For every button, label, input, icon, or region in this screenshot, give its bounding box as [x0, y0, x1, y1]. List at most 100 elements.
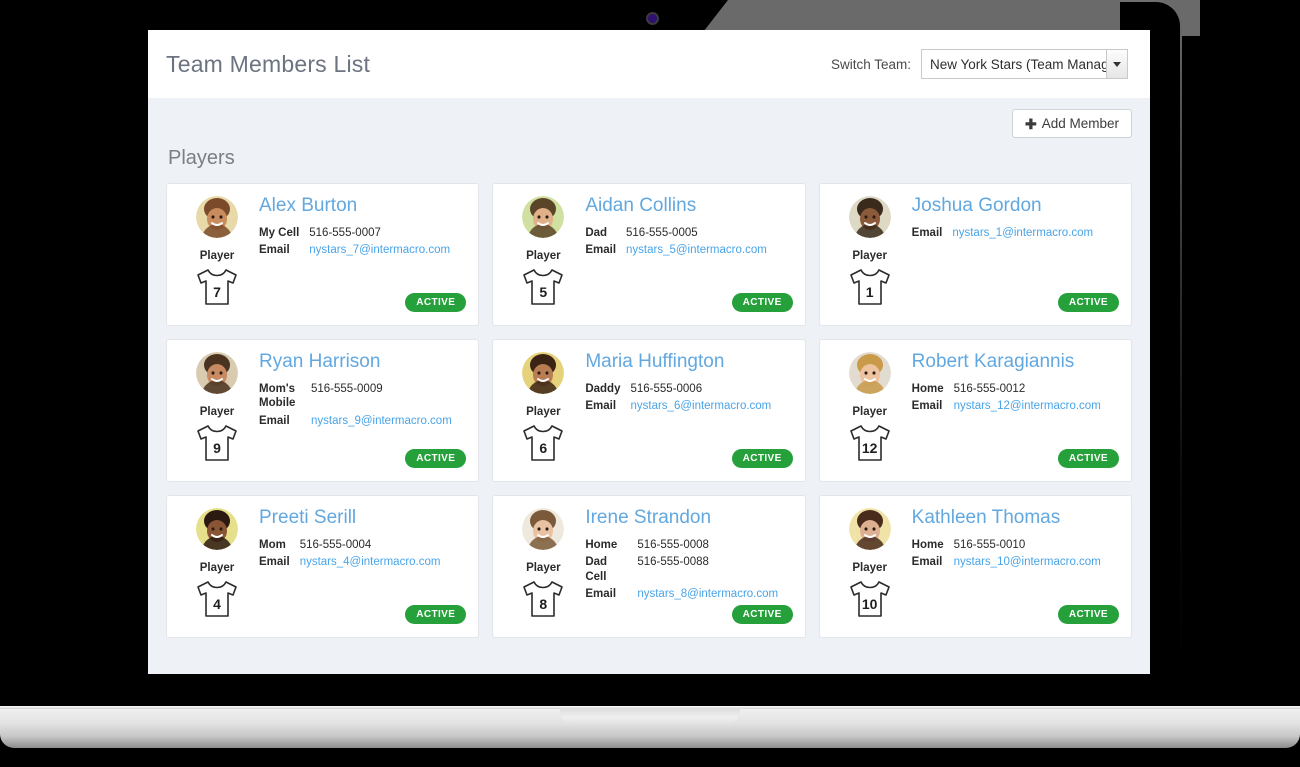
member-role-label: Player	[852, 406, 887, 418]
status-badge: ACTIVE	[405, 449, 467, 468]
jersey-number: 1	[865, 284, 874, 300]
contact-row: Email nystars_6@intermacro.com	[585, 399, 771, 416]
contact-row: Email nystars_12@intermacro.com	[912, 399, 1101, 416]
member-name[interactable]: Joshua Gordon	[912, 195, 1117, 217]
member-name[interactable]: Alex Burton	[259, 195, 464, 217]
contact-value: 516-555-0006	[630, 382, 703, 395]
add-member-button[interactable]: ✚ Add Member	[1011, 109, 1132, 138]
contact-value: 516-555-0009	[311, 382, 383, 395]
contact-value[interactable]: nystars_7@intermacro.com	[309, 243, 450, 260]
member-card[interactable]: Player 4 Preeti Serill Mom 516-555-0004 …	[166, 495, 480, 638]
avatar	[196, 352, 238, 394]
contact-table: Home 516-555-0010 Email nystars_10@inter…	[912, 538, 1101, 573]
member-card-left: Player 7	[181, 196, 253, 315]
laptop-base	[0, 706, 1300, 748]
contact-value[interactable]: nystars_8@intermacro.com	[637, 587, 778, 604]
header-right-group: Switch Team: New York Stars (Team Manage	[831, 49, 1128, 79]
member-card[interactable]: Player 8 Irene Strandon Home 516-555-000…	[492, 495, 806, 638]
member-role-label: Player	[526, 562, 561, 574]
member-card-left: Player 10	[834, 508, 906, 627]
laptop-frame: Team Members List Switch Team: New York …	[0, 0, 1300, 767]
contact-label: Email	[585, 244, 617, 257]
contact-row: Dad Cell 516-555-0088	[585, 555, 778, 587]
members-grid: Player 7 Alex Burton My Cell 516-555-000…	[166, 183, 1132, 638]
contact-value: 516-555-0005	[626, 226, 698, 239]
member-name[interactable]: Ryan Harrison	[259, 351, 464, 373]
jersey-icon: 12	[845, 420, 895, 466]
contact-label: Email	[911, 226, 943, 239]
avatar	[522, 196, 565, 238]
status-badge: ACTIVE	[405, 605, 467, 624]
contact-label: My Cell	[259, 226, 300, 239]
status-badge: ACTIVE	[731, 449, 793, 468]
contact-label: Home	[585, 538, 618, 551]
contact-value: 516-555-0088	[637, 556, 709, 569]
contact-value[interactable]: nystars_4@intermacro.com	[300, 555, 441, 572]
member-card[interactable]: Player 5 Aidan Collins Dad 516-555-0005 …	[492, 183, 806, 326]
contact-label: Daddy	[585, 382, 621, 395]
contact-table: Mom's Mobile 516-555-0009 Email nystars_…	[259, 382, 452, 431]
section-title: Players	[168, 147, 235, 169]
page-title: Team Members List	[166, 50, 371, 77]
member-name[interactable]: Irene Strandon	[585, 507, 790, 529]
content-area: ✚ Add Member Players Player 7 Alex Burto…	[148, 98, 1150, 674]
jersey-icon: 1	[845, 264, 895, 310]
contact-label: Email	[259, 244, 290, 257]
jersey-number: 8	[539, 596, 548, 612]
member-card-left: Player 1	[834, 196, 906, 315]
switch-team-select[interactable]: New York Stars (Team Manage	[921, 49, 1128, 79]
jersey-number: 9	[213, 440, 221, 456]
contact-label: Email	[585, 588, 617, 601]
jersey-number: 12	[861, 440, 878, 456]
member-card[interactable]: Player 9 Ryan Harrison Mom's Mobile 516-…	[166, 339, 480, 482]
contact-row: My Cell 516-555-0007	[259, 226, 450, 243]
member-name[interactable]: Preeti Serill	[259, 507, 464, 529]
member-name[interactable]: Robert Karagiannis	[912, 351, 1117, 373]
webcam-icon	[646, 12, 659, 25]
contact-label: Email	[911, 556, 943, 569]
add-member-label: Add Member	[1041, 116, 1119, 131]
member-card-left: Player 9	[181, 352, 253, 471]
contact-value[interactable]: nystars_6@intermacro.com	[630, 399, 771, 416]
contact-table: Home 516-555-0008 Dad Cell 516-555-0088 …	[585, 538, 778, 605]
avatar	[196, 196, 238, 238]
contact-label: Home	[911, 538, 944, 551]
jersey-icon: 8	[518, 576, 568, 622]
contact-table: Daddy 516-555-0006 Email nystars_6@inter…	[585, 382, 771, 417]
contact-row: Email nystars_5@intermacro.com	[585, 243, 766, 260]
contact-table: Home 516-555-0012 Email nystars_12@inter…	[912, 382, 1101, 417]
status-badge: ACTIVE	[1057, 293, 1119, 312]
member-card[interactable]: Player 10 Kathleen Thomas Home 516-555-0…	[818, 495, 1132, 638]
contact-row: Daddy 516-555-0006	[585, 382, 771, 399]
contact-value[interactable]: nystars_9@intermacro.com	[311, 414, 452, 431]
contact-value[interactable]: nystars_12@intermacro.com	[954, 399, 1101, 416]
switch-team-label: Switch Team:	[830, 56, 911, 72]
member-card[interactable]: Player 1 Joshua Gordon Email nystars_1@i…	[818, 183, 1132, 326]
member-card[interactable]: Player 6 Maria Huffington Daddy 516-555-…	[492, 339, 806, 482]
member-role-label: Player	[852, 562, 887, 574]
member-card[interactable]: Player 7 Alex Burton My Cell 516-555-000…	[166, 183, 480, 326]
contact-label: Email	[585, 400, 617, 413]
app-header: Team Members List Switch Team: New York …	[148, 30, 1150, 98]
member-role-label: Player	[852, 250, 887, 262]
member-name[interactable]: Maria Huffington	[585, 351, 790, 373]
contact-table: Email nystars_1@intermacro.com	[912, 226, 1093, 243]
contact-value[interactable]: nystars_10@intermacro.com	[954, 555, 1101, 572]
member-name[interactable]: Aidan Collins	[585, 195, 790, 217]
toolbar: ✚ Add Member	[166, 98, 1132, 138]
contact-value[interactable]: nystars_5@intermacro.com	[626, 243, 767, 260]
jersey-number: 10	[861, 596, 878, 612]
member-card-left: Player 8	[507, 508, 579, 627]
avatar	[522, 508, 565, 550]
contact-row: Email nystars_4@intermacro.com	[259, 555, 440, 572]
contact-value: 516-555-0007	[309, 226, 381, 239]
member-card[interactable]: Player 12 Robert Karagiannis Home 516-55…	[818, 339, 1132, 482]
member-name[interactable]: Kathleen Thomas	[912, 507, 1117, 529]
contact-value: 516-555-0010	[953, 538, 1026, 551]
jersey-icon: 10	[845, 576, 895, 622]
contact-label: Email	[259, 556, 290, 569]
contact-label: Email	[259, 414, 290, 427]
contact-value[interactable]: nystars_1@intermacro.com	[952, 226, 1093, 243]
contact-row: Mom 516-555-0004	[259, 538, 440, 555]
chevron-down-icon[interactable]	[1106, 50, 1127, 78]
